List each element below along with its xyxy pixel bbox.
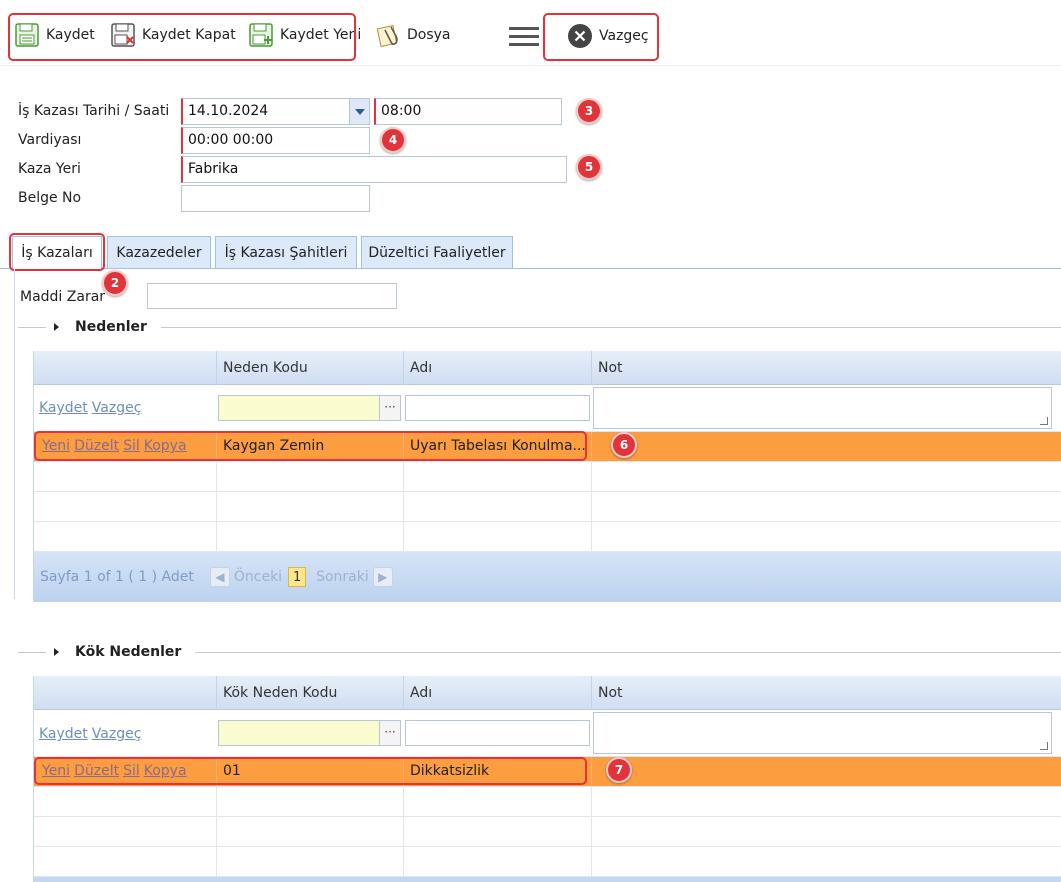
- section-line: [18, 651, 46, 653]
- material-damage-label: Maddi Zarar: [20, 289, 106, 305]
- place-input[interactable]: Fabrika: [181, 156, 567, 183]
- nedenler-grid: Neden Kodu Adı Not Kaydet Vazgeç ··· Yeni…: [33, 351, 1061, 602]
- date-value: 14.10.2024: [188, 103, 269, 119]
- grid-header: Neden Kodu Adı Not: [34, 351, 1061, 385]
- not-textarea[interactable]: [593, 387, 1052, 429]
- resize-grip-icon[interactable]: [1040, 742, 1048, 750]
- prev-label[interactable]: Önceki: [234, 569, 282, 585]
- place-label: Kaza Yeri: [18, 161, 81, 177]
- edit-links: Kaydet Vazgeç: [39, 726, 145, 742]
- highlight-tab: [9, 233, 105, 271]
- paperclip-icon: [375, 22, 401, 48]
- section-line: [195, 651, 1061, 653]
- not-textarea[interactable]: [593, 712, 1052, 754]
- header-actions: [34, 676, 216, 710]
- header-actions: [34, 351, 216, 385]
- pager-edge: [34, 877, 1061, 882]
- cell-note: [591, 432, 1061, 461]
- ellipsis-button[interactable]: ···: [379, 395, 401, 421]
- cell-note: [591, 757, 1061, 786]
- neden-kodu-input[interactable]: [218, 395, 380, 421]
- tab-sahitler[interactable]: İş Kazası Şahitleri: [215, 236, 357, 268]
- highlight-row-kok: [34, 757, 587, 785]
- doc-label: Belge No: [18, 190, 82, 206]
- doc-input[interactable]: [181, 185, 370, 212]
- highlight-cancel: [543, 13, 659, 61]
- table-row-empty: [34, 462, 1061, 492]
- badge-2: 3: [576, 98, 602, 124]
- dropdown-arrow-icon[interactable]: [349, 99, 369, 124]
- section-title: Kök Nedenler: [75, 644, 182, 660]
- kaydet-link[interactable]: Kaydet: [39, 400, 88, 416]
- badge-4: 5: [576, 154, 602, 180]
- edit-links: Kaydet Vazgeç: [39, 400, 145, 416]
- file-button[interactable]: Dosya: [375, 20, 451, 50]
- shift-value: 00:00 00:00: [188, 132, 274, 148]
- pager: Sayfa 1 of 1 ( 1 ) Adet ◀ Önceki 1 Sonra…: [34, 552, 1061, 602]
- shift-input[interactable]: 00:00 00:00: [181, 127, 370, 154]
- table-row-empty: [34, 492, 1061, 522]
- header-adi: Adı: [403, 351, 591, 385]
- next-page-icon[interactable]: ▶: [372, 567, 393, 587]
- tab-strip: [0, 268, 1061, 269]
- expand-triangle-icon[interactable]: [54, 648, 59, 656]
- file-label: Dosya: [407, 27, 451, 43]
- vazgec-link[interactable]: Vazgeç: [92, 400, 142, 416]
- table-row-empty: [34, 522, 1061, 552]
- section-line: [18, 326, 46, 328]
- table-row-empty: [34, 787, 1061, 817]
- shift-label: Vardiyası: [18, 132, 82, 148]
- time-value: 08:00: [381, 103, 422, 119]
- badge-7: 7: [606, 757, 632, 783]
- kok-neden-kodu-input[interactable]: [218, 720, 380, 746]
- tab-kazazedeler[interactable]: Kazazedeler: [107, 236, 211, 268]
- date-input[interactable]: 14.10.2024: [181, 98, 370, 125]
- pager-text: Sayfa 1 of 1 ( 1 ) Adet: [40, 569, 194, 585]
- date-label: İş Kazası Tarihi / Saati: [18, 103, 170, 119]
- highlight-save-group: [8, 13, 356, 61]
- highlight-row-nedenler: [34, 431, 587, 461]
- adi-input[interactable]: [405, 720, 590, 746]
- ellipsis-button[interactable]: ···: [379, 720, 401, 746]
- edit-row: Kaydet Vazgeç ···: [34, 386, 1061, 432]
- header-not: Not: [591, 676, 1052, 710]
- vazgec-link[interactable]: Vazgeç: [92, 726, 142, 742]
- section-kok-nedenler[interactable]: Kök Nedenler: [18, 642, 1061, 662]
- table-row-empty: [34, 817, 1061, 847]
- material-damage-input[interactable]: [147, 283, 397, 309]
- section-nedenler[interactable]: Nedenler: [18, 317, 1061, 337]
- current-page[interactable]: 1: [288, 567, 307, 587]
- badge-6: 6: [611, 432, 637, 458]
- tab-panel-border: [14, 269, 15, 599]
- edit-row: Kaydet Vazgeç ···: [34, 711, 1061, 757]
- hamburger-menu-icon[interactable]: [509, 25, 539, 47]
- resize-grip-icon[interactable]: [1040, 417, 1048, 425]
- header-kok-neden-kodu: Kök Neden Kodu: [216, 676, 403, 710]
- badge-5: 2: [102, 270, 128, 296]
- prev-page-icon[interactable]: ◀: [209, 567, 230, 587]
- grid-header: Kök Neden Kodu Adı Not: [34, 676, 1061, 710]
- tab-duzeltici[interactable]: Düzeltici Faaliyetler: [361, 236, 513, 268]
- section-title: Nedenler: [75, 319, 147, 335]
- kaydet-link[interactable]: Kaydet: [39, 726, 88, 742]
- section-line: [160, 326, 1061, 328]
- header-neden-kodu: Neden Kodu: [216, 351, 403, 385]
- next-label[interactable]: Sonraki: [316, 569, 369, 585]
- badge-3: 4: [380, 127, 406, 153]
- header-not: Not: [591, 351, 1052, 385]
- table-row-empty: [34, 847, 1061, 877]
- expand-triangle-icon[interactable]: [54, 323, 59, 331]
- adi-input[interactable]: [405, 395, 590, 421]
- header-adi: Adı: [403, 676, 591, 710]
- time-input[interactable]: 08:00: [374, 98, 562, 125]
- place-value: Fabrika: [188, 161, 239, 177]
